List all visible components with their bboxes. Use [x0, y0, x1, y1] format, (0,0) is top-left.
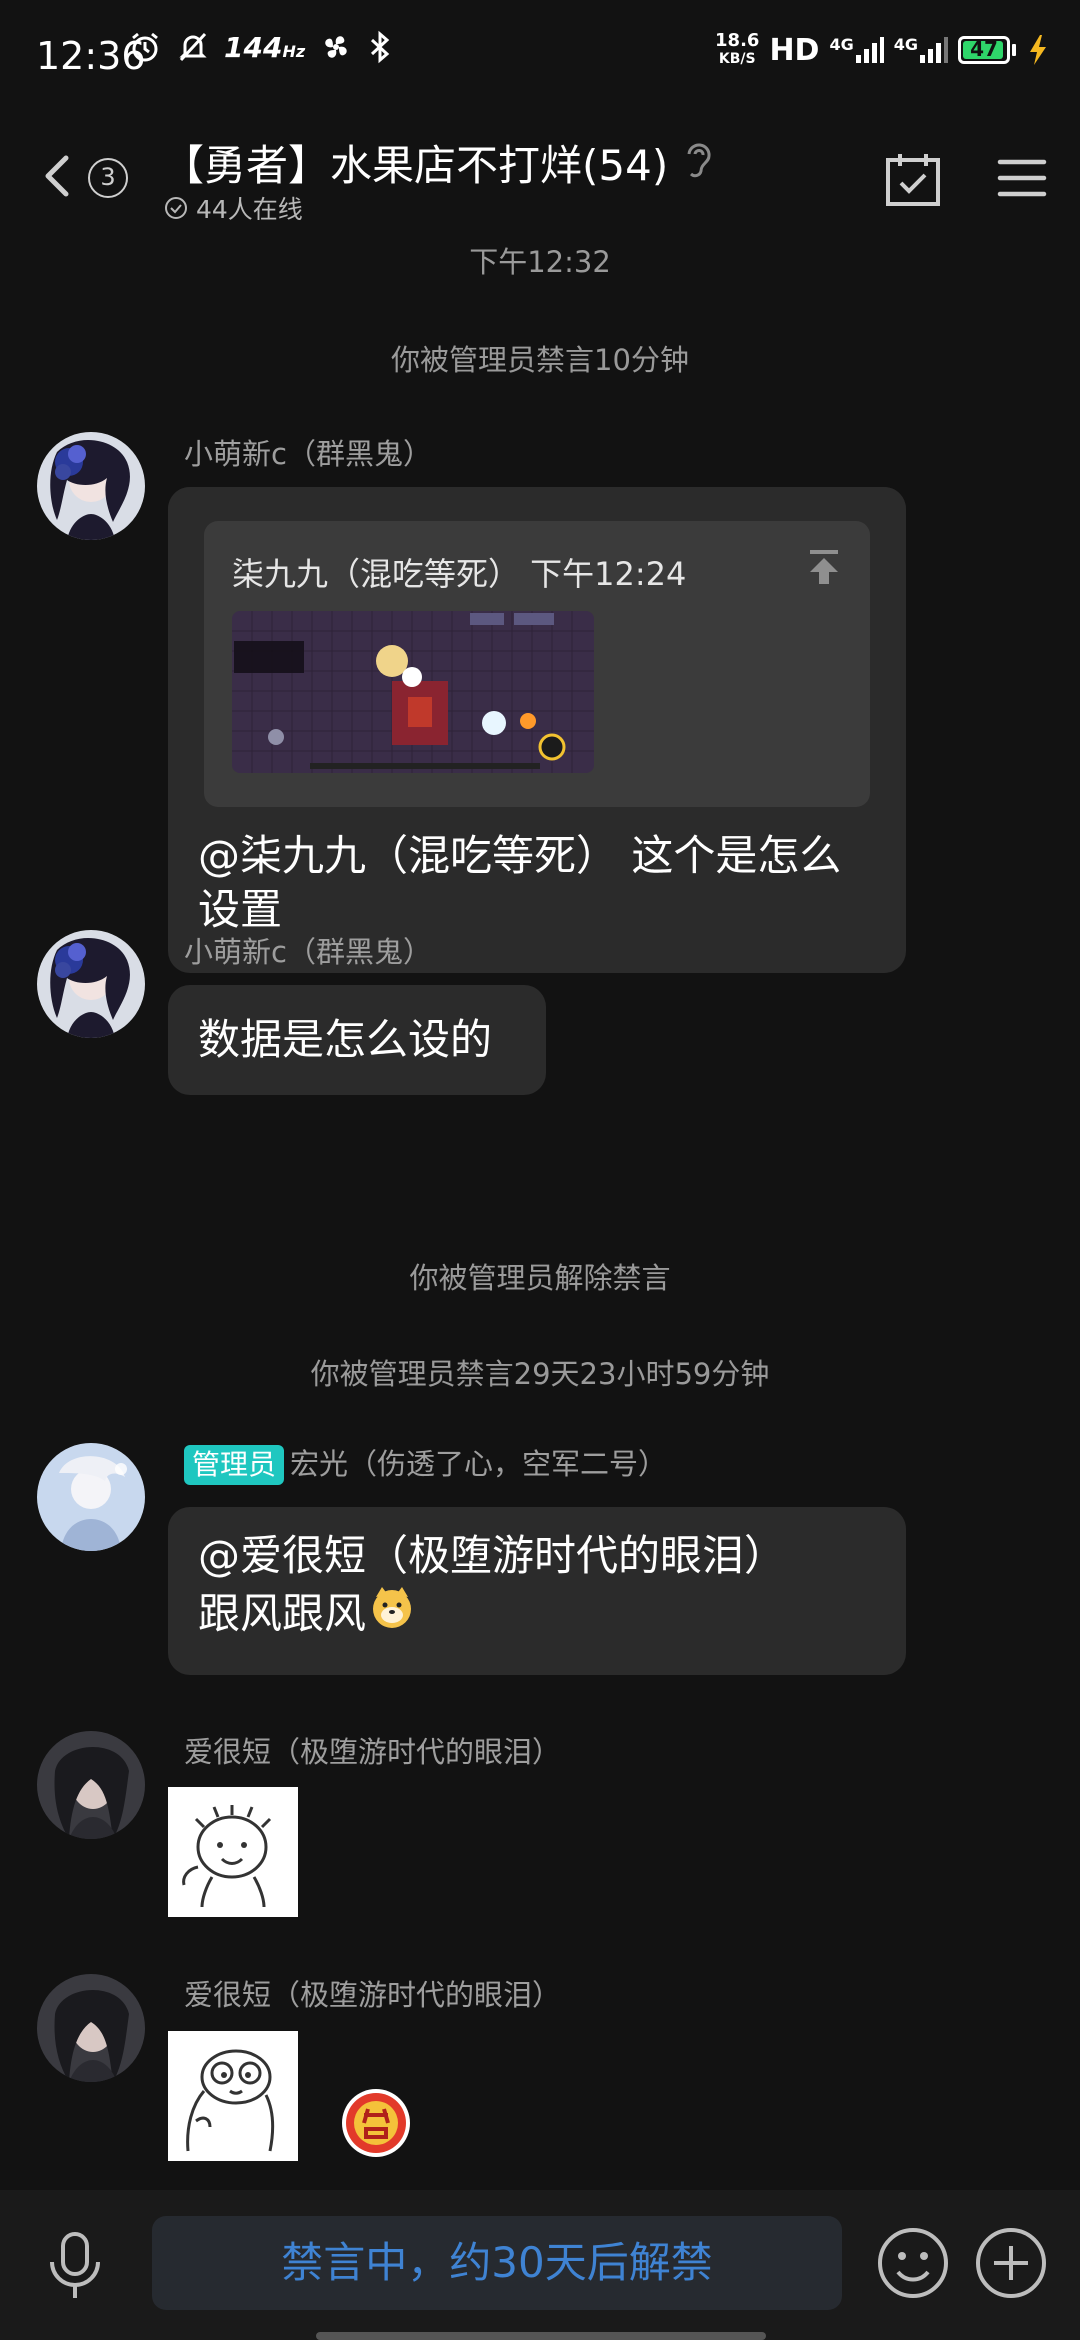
- system-notice-mute: 你被管理员禁言10分钟: [391, 343, 689, 377]
- message-bubble-3[interactable]: @爱很短（极堕游时代的眼泪） 跟风跟风: [168, 1507, 906, 1675]
- signal-icon-1: 4G: [829, 35, 884, 65]
- group-checkin-button[interactable]: [884, 150, 942, 208]
- voice-button[interactable]: [44, 2230, 106, 2306]
- chat-screen: 12:36 144Hz 18.6 KB/S HD 4G 4G 47 3 【勇者】…: [0, 0, 1080, 2340]
- more-actions-button[interactable]: [974, 2226, 1048, 2304]
- home-indicator[interactable]: [316, 2332, 766, 2340]
- message-text: 跟风跟风: [198, 1588, 367, 1638]
- hamburger-menu-icon: [997, 159, 1047, 197]
- avatar[interactable]: [37, 432, 145, 540]
- reaction-emoji-icon[interactable]: [338, 2085, 414, 2161]
- microphone-icon: [50, 2232, 100, 2298]
- mute-bell-icon: [176, 30, 210, 64]
- status-bar: 12:36 144Hz 18.6 KB/S HD 4G 4G 47: [0, 0, 1080, 110]
- battery-icon: 47: [958, 36, 1016, 64]
- plus-icon: [976, 2228, 1046, 2298]
- smiley-icon: [878, 2228, 948, 2298]
- sticker-image[interactable]: [168, 1787, 298, 1917]
- hd-voice-indicator: HD: [769, 32, 820, 68]
- alarm-icon: [128, 30, 162, 64]
- sender-name[interactable]: 爱很短（极堕游时代的眼泪）: [184, 1972, 561, 2014]
- jump-to-original-icon[interactable]: [804, 547, 844, 601]
- back-button[interactable]: [36, 146, 80, 206]
- emoji-button[interactable]: [876, 2226, 950, 2304]
- refresh-rate-label: 144Hz: [224, 30, 306, 64]
- menu-button[interactable]: [994, 154, 1050, 202]
- bluetooth-icon: [367, 30, 393, 64]
- ear-icon: [680, 136, 714, 186]
- group-title[interactable]: 【勇者】水果店不打烊(54): [162, 132, 668, 193]
- chat-header: 3 【勇者】水果店不打烊(54) 44人在线: [0, 110, 1080, 246]
- message-bubble-1[interactable]: 柒九九（混吃等死） 下午12:24 @柒九九（混吃等死） 这个是怎么设置: [168, 487, 906, 973]
- avatar[interactable]: [37, 1974, 145, 2082]
- charging-icon: [1026, 33, 1052, 67]
- message-text: @柒九九（混吃等死） 这个是怎么设置: [198, 831, 842, 934]
- sender-row[interactable]: 管理员 宏光（伤透了心，空军二号）: [184, 1441, 667, 1485]
- chevron-left-icon: [45, 155, 69, 197]
- system-notice-mute: 你被管理员禁言29天23小时59分钟: [310, 1357, 770, 1391]
- message-text: 数据是怎么设的: [198, 1015, 493, 1064]
- check-circle-icon: [165, 197, 187, 219]
- quoted-message-header: 柒九九（混吃等死） 下午12:24: [232, 555, 687, 593]
- signal-icon-2: 4G: [894, 35, 948, 65]
- message-list[interactable]: 下午12:32 你被管理员禁言10分钟 小萌新c（群黑鬼） 柒九九（混吃等死） …: [0, 245, 1080, 2190]
- system-notice-unmute: 你被管理员解除禁言: [409, 1261, 671, 1295]
- sender-name[interactable]: 小萌新c（群黑鬼）: [184, 431, 432, 473]
- message-bubble-2[interactable]: 数据是怎么设的: [168, 985, 546, 1095]
- sticker-image[interactable]: [168, 2031, 298, 2161]
- doge-emoji-icon: [368, 1583, 416, 1644]
- admin-badge: 管理员: [184, 1445, 285, 1485]
- message-input[interactable]: 禁言中，约30天后解禁: [152, 2216, 842, 2310]
- online-status: 44人在线: [164, 190, 303, 226]
- avatar[interactable]: [37, 930, 145, 1038]
- online-count: 44人在线: [196, 195, 303, 224]
- input-bar: 禁言中，约30天后解禁: [0, 2190, 1080, 2340]
- sender-name[interactable]: 小萌新c（群黑鬼）: [184, 929, 432, 971]
- sender-name: 宏光（伤透了心，空军二号）: [290, 1447, 668, 1481]
- avatar[interactable]: [37, 1443, 145, 1551]
- fan-icon: [319, 30, 353, 64]
- quoted-game-screenshot[interactable]: [232, 611, 594, 773]
- calendar-check-icon: [886, 154, 940, 206]
- avatar[interactable]: [37, 1731, 145, 1839]
- sender-name[interactable]: 爱很短（极堕游时代的眼泪）: [184, 1729, 561, 1771]
- time-divider: 下午12:32: [469, 245, 611, 279]
- network-speed: 18.6 KB/S: [715, 30, 760, 68]
- message-text: @爱很短（极堕游时代的眼泪）: [198, 1531, 787, 1580]
- unread-count-badge[interactable]: 3: [88, 158, 128, 198]
